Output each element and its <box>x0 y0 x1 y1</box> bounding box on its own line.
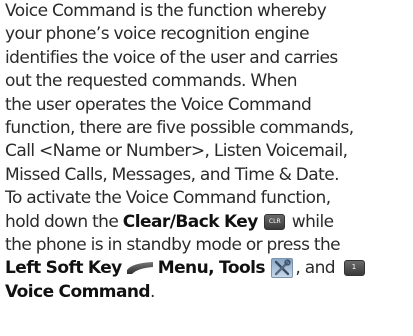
text-line: hold down the Clear/Back Key CLR while <box>5 211 411 234</box>
text-segment: hold down the <box>5 211 123 232</box>
voice-command-paragraph: Voice Command is the function whereby yo… <box>5 0 411 304</box>
tools-icon <box>271 258 294 279</box>
text-line: the user operates the Voice Command <box>5 94 312 115</box>
text-segment: while <box>287 211 334 232</box>
text-line: your phone’s voice recognition engine <box>5 24 310 45</box>
text-line: the phone is in standby mode or press th… <box>5 235 341 256</box>
text-line: out the requested commands. When <box>5 71 298 92</box>
text-line: Voice Command. <box>5 281 411 304</box>
clear-key-glyph: CLR <box>268 217 281 225</box>
text-segment: , and <box>295 258 336 279</box>
text-line: identifies the voice of the user and car… <box>5 47 338 68</box>
one-key-glyph: 1 <box>351 263 357 272</box>
text-line: Left Soft Key Menu, Tools , and 1 <box>5 257 411 280</box>
text-line: To activate the Voice Command function, <box>5 188 331 209</box>
one-key-icon: 1 <box>343 260 365 277</box>
text-line: Voice Command is the function whereby <box>5 1 327 21</box>
text-line: Missed Calls, Messages, and Time & Date. <box>5 164 340 185</box>
left-soft-key-label: Left Soft Key <box>5 258 122 279</box>
clear-back-key-icon: CLR <box>264 213 286 230</box>
text-line: Call <Name or Number>, Listen Voicemail, <box>5 141 348 162</box>
voice-command-label: Voice Command <box>5 281 151 302</box>
clear-back-key-label: Clear/Back Key <box>122 211 259 232</box>
text-segment: . <box>150 281 155 302</box>
left-soft-key-icon <box>126 259 154 275</box>
menu-tools-label: Menu, Tools <box>157 258 266 279</box>
text-line: function, there are five possible comman… <box>5 118 354 139</box>
